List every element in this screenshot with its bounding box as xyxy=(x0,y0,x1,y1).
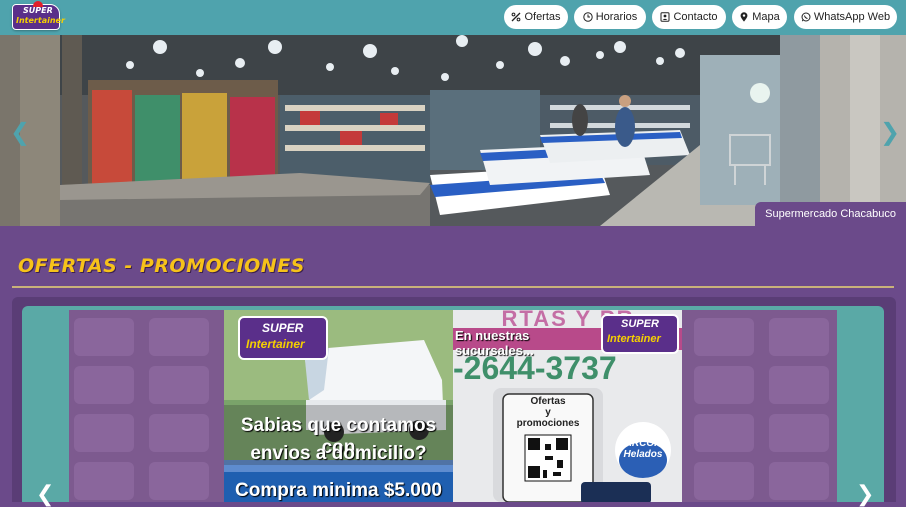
section-divider xyxy=(12,286,894,288)
arcor-badge-line2: Helados xyxy=(623,449,663,460)
clock-icon xyxy=(583,12,593,22)
hero-prev-arrow[interactable]: ❮ xyxy=(10,118,30,146)
nav-whatsapp-button[interactable]: WhatsApp Web xyxy=(794,5,897,29)
flyer1-text-line2: envios a domicilio? xyxy=(250,443,427,464)
flyer1-logo-top: SUPER xyxy=(262,321,304,335)
nav-mapa-label: Mapa xyxy=(752,11,780,23)
nav-mapa-button[interactable]: Mapa xyxy=(732,5,787,29)
flyer2-card-line3: promociones xyxy=(516,418,580,429)
hero-carousel: ❮ ❯ Supermercado Chacabuco xyxy=(0,35,906,226)
flyer1-text-line3: Compra minima $5.000 xyxy=(235,480,442,501)
flyer2-logo-bottom: Intertainer xyxy=(607,333,661,345)
nav-contacto-label: Contacto xyxy=(673,11,718,23)
flyer2-logo: SUPER Intertainer xyxy=(601,314,679,354)
promo-flyer-qr[interactable]: RTAS Y PR En nuestras sucursales... SUPE… xyxy=(453,310,682,502)
arcor-badge: ARCOR Helados xyxy=(619,438,667,460)
nav-contacto-button[interactable]: Contacto xyxy=(652,5,726,29)
contact-card-icon xyxy=(660,12,670,22)
nav-ofertas-label: Ofertas xyxy=(524,11,561,23)
whatsapp-icon xyxy=(801,12,811,22)
nav-whatsapp-label: WhatsApp Web xyxy=(813,11,891,23)
flyer2-card-line1: Ofertas xyxy=(530,396,566,407)
flyer2-card-line2: y xyxy=(545,407,551,418)
arcor-badge-line1: ARCOR xyxy=(624,438,662,449)
hero-caption: Supermercado Chacabuco xyxy=(755,202,906,226)
top-navbar: SUPER Intertainer Ofertas Horarios Conta… xyxy=(0,0,906,35)
carousel-next-arrow[interactable]: ❯ xyxy=(856,482,874,507)
flyer2-logo-top: SUPER xyxy=(621,318,659,330)
logo-text-top: SUPER xyxy=(23,6,53,15)
map-pin-icon xyxy=(740,12,748,22)
section-title: OFERTAS - PROMOCIONES xyxy=(18,255,305,277)
logo-text-bottom: Intertainer xyxy=(16,16,65,25)
carousel-prev-arrow[interactable]: ❮ xyxy=(36,482,54,507)
flyer1-logo-bottom: Intertainer xyxy=(246,337,305,351)
hero-next-arrow[interactable]: ❯ xyxy=(880,118,900,146)
nav-horarios-button[interactable]: Horarios xyxy=(574,5,646,29)
store-interior-photo xyxy=(0,35,906,226)
percent-icon xyxy=(511,12,521,22)
flyer2-card-text: Ofertas y promociones xyxy=(503,396,593,429)
promo-flyer-delivery[interactable]: SUPER Intertainer Sabias que contamos co… xyxy=(224,310,453,502)
brand-logo[interactable]: SUPER Intertainer xyxy=(12,1,65,30)
nav-ofertas-button[interactable]: Ofertas xyxy=(504,5,568,29)
flyer2-phone: -2644-3737 xyxy=(453,350,617,386)
flyer1-logo: SUPER Intertainer xyxy=(238,316,328,360)
nav-horarios-label: Horarios xyxy=(595,11,638,23)
